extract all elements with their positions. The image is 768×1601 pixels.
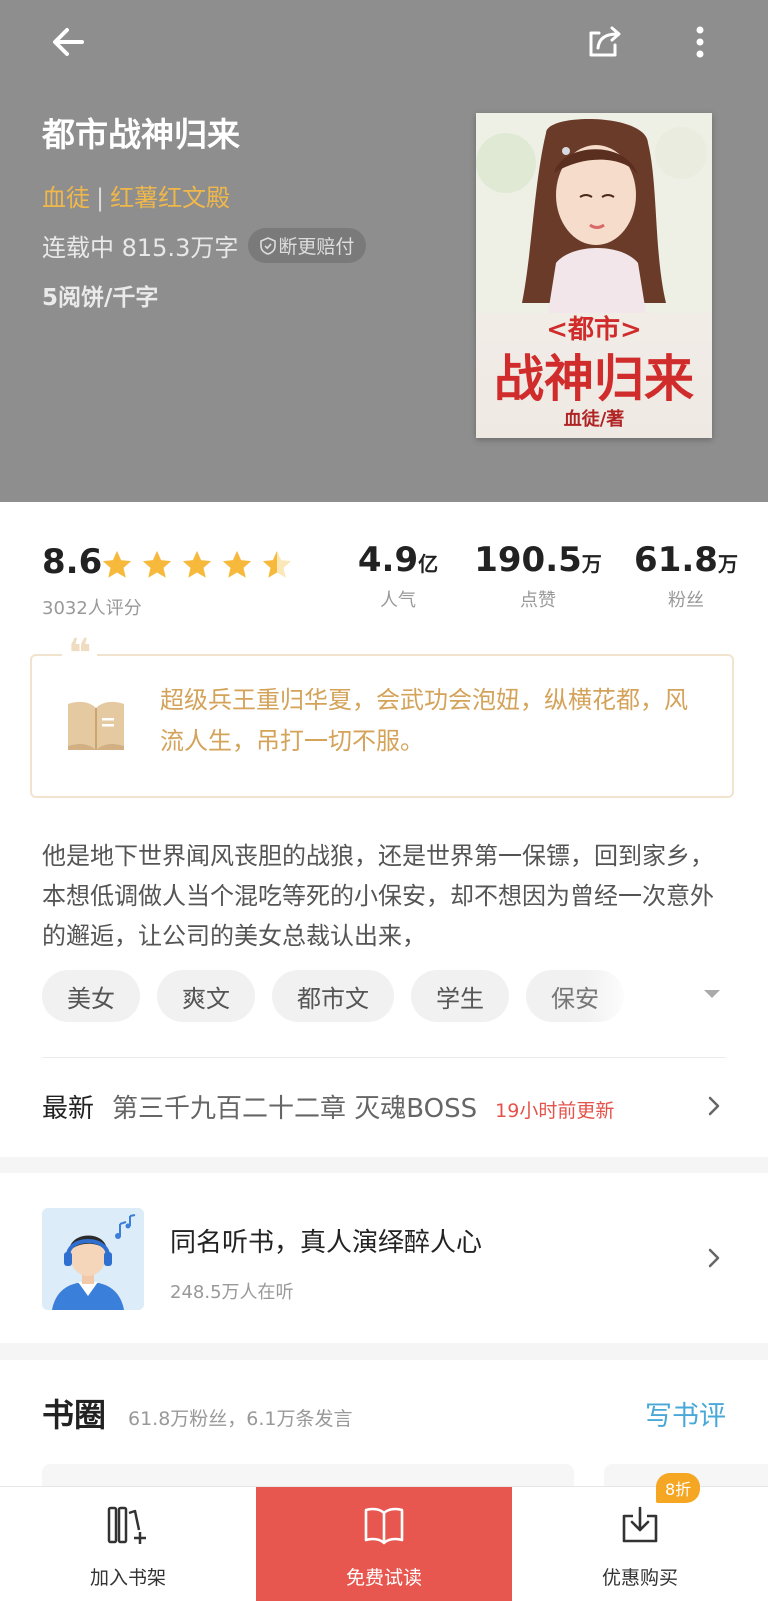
more-vertical-icon — [696, 26, 704, 58]
star-icon — [102, 550, 132, 578]
bookshelf-add-icon — [107, 1506, 146, 1544]
stat-likes: 190.5万 点赞 — [468, 540, 608, 612]
stat-label: 粉丝 — [668, 590, 704, 611]
cover-illustration — [476, 113, 712, 313]
book-circle-title: 书圈 — [42, 1396, 107, 1434]
guarantee-label: 断更赔付 — [278, 236, 355, 258]
free-read-button[interactable]: 免费试读 — [256, 1487, 512, 1601]
book-description[interactable]: 他是地下世界闻风丧胆的战狼，还是世界第一保镖，回到家乡，本想低调做人当个混吃等死… — [42, 836, 722, 956]
book-title: 都市战神归来 — [42, 115, 240, 154]
share-button[interactable] — [582, 18, 630, 66]
more-options-button[interactable] — [676, 18, 724, 66]
stat-value: 4.9 — [357, 540, 419, 580]
download-box-icon — [622, 1506, 658, 1543]
discount-buy-label: 优惠购买 — [601, 1567, 678, 1589]
audiobook-title: 同名听书，真人演绎醉人心 — [170, 1228, 483, 1258]
write-review-link[interactable]: 写书评 — [645, 1394, 726, 1433]
star-icon — [142, 550, 172, 578]
tagline-quote-box: ❝ 超级兵王重归华夏，会武功会泡妞，纵横花都，风流人生，吊打一切不服。 — [30, 634, 734, 798]
tagline-text: 超级兵王重归华夏，会武功会泡妞，纵横花都，风流人生，吊打一切不服。 — [160, 686, 688, 755]
stat-label: 人气 — [380, 590, 416, 611]
publisher-link[interactable]: 红薯红文殿 — [110, 184, 230, 212]
rating-count: 3032人评分 — [42, 598, 142, 619]
guarantee-badge[interactable]: 断更赔付 — [248, 228, 367, 263]
caret-down-icon — [704, 990, 720, 998]
tag-chip[interactable]: 学生 — [411, 970, 509, 1022]
back-button[interactable] — [44, 18, 92, 66]
expand-tags-button[interactable] — [702, 986, 722, 1005]
author-link[interactable]: 血徒 — [42, 184, 90, 212]
star-icon — [222, 550, 252, 578]
back-arrow-icon — [53, 28, 84, 56]
audiobook-listeners: 248.5万人在听 — [170, 1282, 294, 1303]
stat-unit: 亿 — [418, 552, 439, 576]
book-cover[interactable]: <都市> 战神归来 血徒/著 — [476, 113, 712, 438]
serial-status: 连载中 815.3万字 — [42, 234, 239, 262]
book-circle-summary: 61.8万粉丝，6.1万条发言 — [128, 1408, 353, 1430]
stat-value: 61.8 — [634, 540, 718, 580]
add-to-shelf-label: 加入书架 — [89, 1567, 166, 1589]
rating-stars — [100, 548, 294, 582]
bottom-action-bar: 加入书架 免费试读 优惠购买 8折 — [0, 1473, 768, 1601]
open-book-icon — [64, 698, 128, 758]
audiobook-thumbnail — [42, 1208, 144, 1310]
cover-title: 战神归来 — [494, 349, 694, 408]
tag-chip[interactable]: 美女 — [42, 970, 140, 1022]
author-separator: | — [96, 184, 105, 212]
rating-score: 8.6 — [42, 542, 103, 582]
latest-chapter-title: 第三千九百二十二章 灭魂BOSS — [112, 1094, 478, 1124]
chevron-right-icon — [706, 1094, 722, 1122]
cover-author: 血徒/著 — [563, 409, 625, 430]
latest-chapter-row[interactable]: 最新 第三千九百二十二章 灭魂BOSS 19小时前更新 — [42, 1088, 726, 1125]
share-icon — [589, 26, 621, 57]
tag-chip[interactable]: 保安 — [526, 970, 624, 1022]
stat-value: 190.5 — [474, 540, 582, 580]
half-star-icon — [262, 550, 292, 578]
update-time: 19小时前更新 — [495, 1100, 615, 1122]
tag-chip[interactable]: 都市文 — [272, 970, 394, 1022]
stat-unit: 万 — [717, 552, 738, 576]
shield-check-icon — [260, 236, 277, 255]
discount-buy-button[interactable]: 优惠购买 8折 — [512, 1473, 768, 1601]
quote-mark: ❝ — [62, 634, 98, 674]
price-per-thousand: 5阅饼/千字 — [42, 285, 159, 311]
book-header: 都市战神归来 血徒 | 红薯红文殿 连载中 815.3万字 断更赔付 5阅饼/千字 … — [0, 0, 768, 502]
stat-fans: 61.8万 粉丝 — [616, 540, 756, 612]
chevron-right-icon — [706, 1246, 722, 1274]
discount-badge: 8折 — [656, 1473, 701, 1503]
stat-unit: 万 — [581, 552, 602, 576]
tag-list: 美女 爽文 都市文 学生 保安 — [42, 970, 624, 1022]
divider — [42, 1057, 726, 1058]
stat-label: 点赞 — [520, 590, 556, 611]
tag-chip[interactable]: 爽文 — [157, 970, 255, 1022]
listener-illustration — [42, 1208, 144, 1310]
star-icon — [182, 550, 212, 578]
add-to-shelf-button[interactable]: 加入书架 — [0, 1487, 256, 1601]
free-read-label: 免费试读 — [345, 1567, 422, 1589]
stat-popularity: 4.9亿 人气 — [328, 540, 468, 612]
status-line: 连载中 815.3万字 断更赔付 — [42, 228, 367, 263]
latest-label: 最新 — [42, 1094, 95, 1124]
author-line: 血徒 | 红薯红文殿 — [42, 178, 230, 213]
open-book-icon — [364, 1507, 404, 1545]
